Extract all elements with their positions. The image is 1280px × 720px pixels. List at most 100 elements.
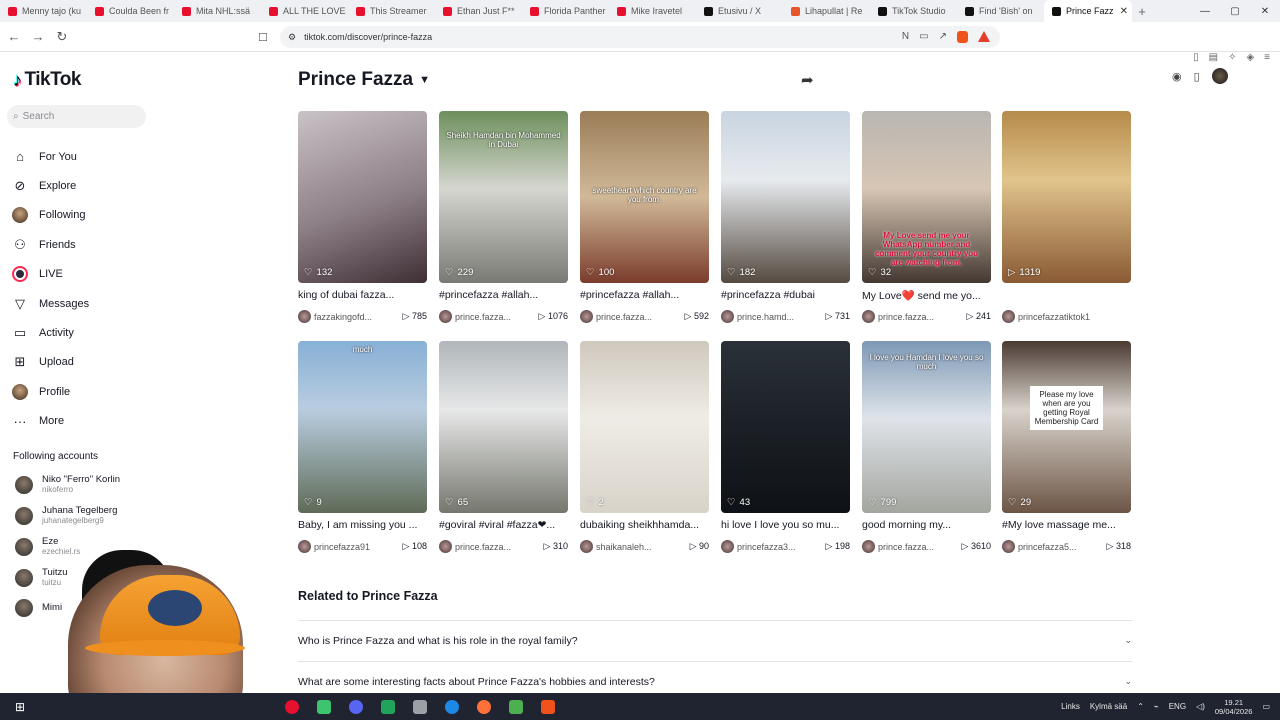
user-avatar[interactable]: [1211, 68, 1228, 84]
video-thumbnail[interactable]: ♡ 43: [721, 341, 850, 513]
faq-item[interactable]: Who is Prince Fazza and what is his role…: [298, 620, 1132, 660]
creator-name[interactable]: prince.fazza...: [596, 312, 678, 322]
nav-item-more[interactable]: ··· More: [12, 407, 89, 436]
creator-name[interactable]: prince.fazza...: [878, 542, 960, 552]
creator-name[interactable]: prince.fazza...: [455, 542, 537, 552]
creator-avatar[interactable]: [862, 310, 875, 323]
weather-text[interactable]: Kylmä sää: [1090, 702, 1127, 711]
creator-name[interactable]: princefazza91: [314, 542, 396, 552]
search-input[interactable]: ⌕ Search: [7, 105, 146, 128]
creator-avatar[interactable]: [580, 310, 593, 323]
browser-tab[interactable]: TikTok Studio: [870, 0, 957, 22]
share-page-icon[interactable]: ↗: [939, 31, 947, 43]
clock[interactable]: 19.21 09/04/2026: [1215, 698, 1253, 716]
sidebar-toggle-icon[interactable]: ▯: [1193, 52, 1199, 63]
address-bar[interactable]: ☐ ⚙ tiktok.com/discover/prince-fazza N ▭…: [258, 26, 1000, 48]
video-card[interactable]: ▷ 1319 princefazzatiktok1: [1002, 111, 1131, 323]
nav-item-activity[interactable]: ▭ Activity: [12, 318, 89, 347]
creator-name[interactable]: princefazzatiktok1: [1018, 312, 1100, 322]
close-window-button[interactable]: ✕: [1250, 6, 1280, 17]
maximize-button[interactable]: ▢: [1220, 6, 1250, 17]
nav-item-following[interactable]: Following: [12, 201, 89, 230]
creator-avatar[interactable]: [721, 540, 734, 553]
video-thumbnail[interactable]: ♡ 65: [439, 341, 568, 513]
links-toolbar[interactable]: Links: [1061, 702, 1080, 711]
video-card[interactable]: sweetheart which country are you from. ♡ 1…: [580, 111, 709, 323]
video-card[interactable]: ♡ 2 dubaiking sheikhhamda... shaikanaleh...…: [580, 341, 709, 553]
browser-tab[interactable]: Etusivu / X: [696, 0, 783, 22]
language-indicator[interactable]: ENG: [1169, 702, 1186, 711]
taskbar-app-icon[interactable]: [344, 693, 368, 720]
browser-tab[interactable]: Florida Panther: [522, 0, 609, 22]
creator-name[interactable]: princefazza3...: [737, 542, 819, 552]
creator-name[interactable]: princefazza5...: [1018, 542, 1100, 552]
taskbar-app-icon[interactable]: [408, 693, 432, 720]
creator-avatar[interactable]: [298, 310, 311, 323]
video-card[interactable]: ♡ 65 #goviral #viral #fazza❤... prince.fazz…: [439, 341, 568, 553]
creator-name[interactable]: shaikanaleh...: [596, 542, 678, 552]
browser-tab[interactable]: Menny tajo (ku: [0, 0, 87, 22]
video-card[interactable]: ♡ 132 king of dubai fazza... fazzakingofd..…: [298, 111, 427, 323]
wallet-icon[interactable]: ▤: [1209, 52, 1218, 63]
nav-item-profile[interactable]: Profile: [12, 377, 89, 406]
video-card[interactable]: much ♡ 9 Baby, I am missing you ... princefa…: [298, 341, 427, 553]
forward-icon[interactable]: →: [28, 29, 48, 44]
device-icon[interactable]: ▯: [1194, 70, 1200, 83]
browser-tab[interactable]: ALL THE LOVE: [261, 0, 348, 22]
menu-icon[interactable]: ≡: [1264, 52, 1270, 63]
tray-chevron-icon[interactable]: ⌃: [1137, 702, 1144, 711]
browser-tab[interactable]: Find 'Bish' on: [957, 0, 1044, 22]
creator-name[interactable]: prince.fazza...: [455, 312, 537, 322]
taskbar-app-icon[interactable]: [472, 693, 496, 720]
video-card[interactable]: Please my love when are you getting Roya…: [1002, 341, 1131, 553]
creator-avatar[interactable]: [298, 540, 311, 553]
network-icon[interactable]: ⌁: [1154, 702, 1159, 711]
new-tab-button[interactable]: +: [1132, 4, 1152, 19]
following-account[interactable]: Niko "Ferro" Korlin nikoferro: [15, 475, 120, 494]
reload-icon[interactable]: ↻: [52, 29, 72, 45]
video-thumbnail[interactable]: ▷ 1319: [1002, 111, 1131, 283]
bookmark-icon[interactable]: ☐: [258, 31, 268, 44]
creator-avatar[interactable]: [862, 540, 875, 553]
minimize-button[interactable]: —: [1190, 6, 1220, 17]
video-caption[interactable]: #princefazza #allah...: [580, 289, 709, 301]
coins-icon[interactable]: ◉: [1172, 70, 1182, 83]
browser-tab[interactable]: Prince Fazz ✕: [1044, 0, 1132, 22]
start-icon[interactable]: ⊞: [8, 693, 32, 720]
video-card[interactable]: ♡ 182 #princefazza #dubai prince.hamd... ▷ 7…: [721, 111, 850, 323]
video-caption[interactable]: Baby, I am missing you ...: [298, 519, 427, 531]
extensions-icon[interactable]: ✧: [1228, 52, 1236, 63]
nav-item-friends[interactable]: ⚇ Friends: [12, 230, 89, 259]
vpn-icon[interactable]: ◈: [1246, 52, 1254, 63]
creator-avatar[interactable]: [1002, 540, 1015, 553]
nav-item-for-you[interactable]: ⌂ For You: [12, 142, 89, 171]
browser-tab[interactable]: Mike Iravetel: [609, 0, 696, 22]
creator-name[interactable]: prince.hamd...: [737, 312, 819, 322]
video-thumbnail[interactable]: sweetheart which country are you from. ♡ 1…: [580, 111, 709, 283]
nav-item-live[interactable]: LIVE: [12, 260, 89, 289]
video-card[interactable]: ♡ 43 hi love I love you so mu... princefazz…: [721, 341, 850, 553]
creator-avatar[interactable]: [439, 540, 452, 553]
video-thumbnail[interactable]: My Love send me your WhatsApp number and…: [862, 111, 991, 283]
taskbar-app-icon[interactable]: [312, 693, 336, 720]
video-card[interactable]: My Love send me your WhatsApp number and…: [862, 111, 991, 323]
share-icon[interactable]: ➦: [801, 71, 814, 89]
video-caption[interactable]: #princefazza #allah...: [439, 289, 568, 301]
video-caption[interactable]: #goviral #viral #fazza❤...: [439, 519, 568, 531]
nav-item-explore[interactable]: ⊘ Explore: [12, 171, 89, 200]
creator-avatar[interactable]: [580, 540, 593, 553]
back-icon[interactable]: ←: [4, 29, 24, 44]
creator-name[interactable]: fazzakingofd...: [314, 312, 396, 322]
screenshot-icon[interactable]: ▭: [919, 31, 928, 43]
video-caption[interactable]: #princefazza #dubai: [721, 289, 850, 301]
close-tab-icon[interactable]: ✕: [1120, 6, 1128, 17]
taskbar-app-icon[interactable]: [376, 693, 400, 720]
site-info-icon[interactable]: ⚙: [288, 32, 296, 43]
creator-name[interactable]: prince.fazza...: [878, 312, 960, 322]
video-caption[interactable]: good morning my...: [862, 519, 991, 531]
tiktok-logo[interactable]: ♪ TikTok: [13, 69, 81, 91]
creator-avatar[interactable]: [439, 310, 452, 323]
taskbar-app-icon[interactable]: [536, 693, 560, 720]
video-thumbnail[interactable]: ♡ 182: [721, 111, 850, 283]
creator-avatar[interactable]: [721, 310, 734, 323]
